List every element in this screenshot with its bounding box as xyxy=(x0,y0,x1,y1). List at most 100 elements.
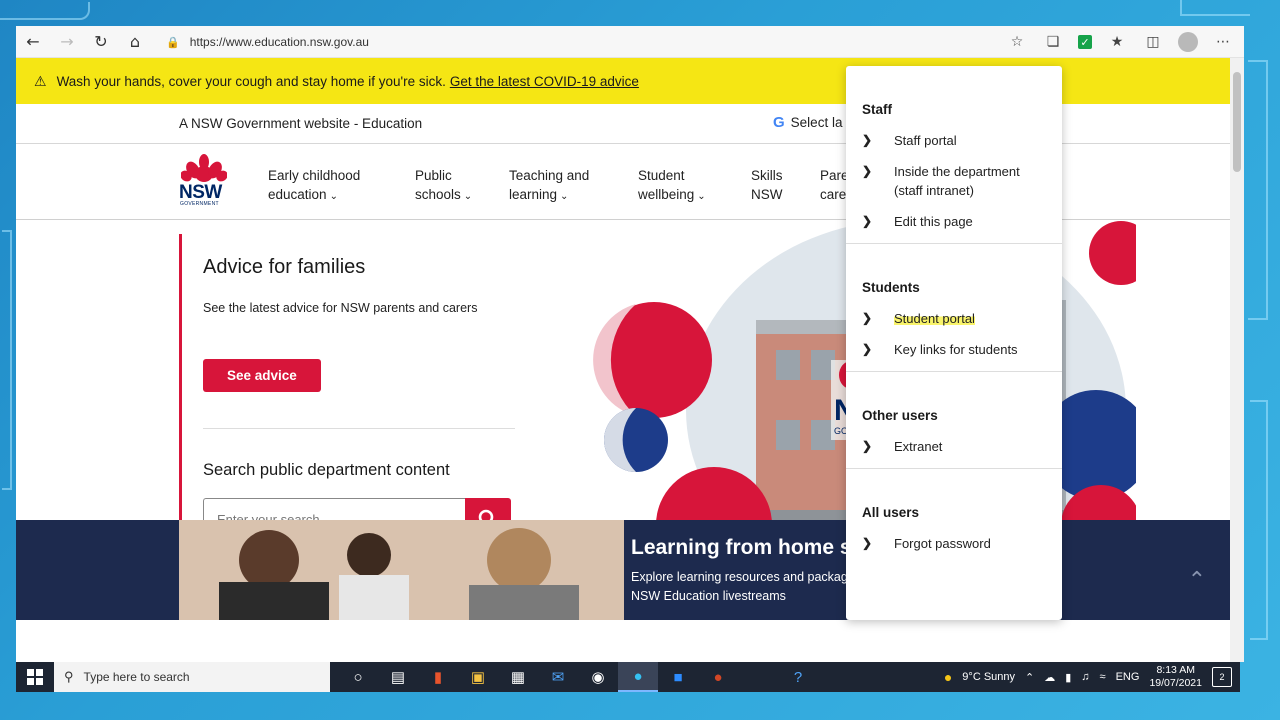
office-icon[interactable]: ▮ xyxy=(418,662,458,692)
menu-item-label: Key links for students xyxy=(894,342,1018,357)
onedrive-icon[interactable]: ☁ xyxy=(1044,671,1055,684)
edge-icon[interactable]: ● xyxy=(618,662,658,692)
refresh-icon[interactable]: ↻ xyxy=(84,26,118,58)
menu-item-staff-portal[interactable]: ❯ Staff portal xyxy=(862,131,1046,162)
frame-decoration xyxy=(0,2,90,20)
google-icon: G xyxy=(773,114,785,131)
powerpoint-icon[interactable]: ● xyxy=(698,662,738,692)
store-icon[interactable]: ▦ xyxy=(498,662,538,692)
clock[interactable]: 8:13 AM 19/07/2021 xyxy=(1149,664,1202,690)
sun-icon: ● xyxy=(943,669,953,685)
back-icon[interactable]: ← xyxy=(16,26,50,58)
task-view-icon[interactable]: ▤ xyxy=(378,662,418,692)
menu-heading: Staff xyxy=(862,102,892,117)
warning-icon: ⚠ xyxy=(34,72,47,89)
taskbar-search-placeholder: Type here to search xyxy=(83,670,190,684)
nav-skills-nsw[interactable]: Skills NSW xyxy=(751,166,783,204)
nav-early-childhood[interactable]: Early childhood education ⌄ xyxy=(268,166,360,206)
clock-date: 19/07/2021 xyxy=(1149,677,1202,689)
file-explorer-icon[interactable]: ▣ xyxy=(458,662,498,692)
favorites-icon[interactable]: ★ xyxy=(1106,31,1128,53)
nav-label: Public xyxy=(415,168,452,183)
battery-icon[interactable]: ▮ xyxy=(1065,671,1071,684)
chevron-down-icon: ⌄ xyxy=(463,191,473,202)
nav-student-wellbeing[interactable]: Student wellbeing ⌄ xyxy=(638,166,706,206)
vertical-scrollbar[interactable] xyxy=(1230,58,1244,662)
language-label: Select la xyxy=(790,115,843,130)
chevron-right-icon: ❯ xyxy=(862,311,873,325)
hero-title: Advice for families xyxy=(203,256,366,278)
cortana-icon[interactable]: ○ xyxy=(338,662,378,692)
nav-public-schools[interactable]: Public schools ⌄ xyxy=(415,166,472,206)
browser-window: ← → ↻ ⌂ 🔒 https://www.education.nsw.gov.… xyxy=(16,26,1244,662)
menu-section-other-users: Other users ❯ Extranet xyxy=(846,372,1062,469)
back-to-top-icon[interactable]: ⌃ xyxy=(1188,568,1206,593)
menu-item-label: Forgot password xyxy=(894,536,991,551)
nav-label: NSW xyxy=(751,187,783,202)
family-photo xyxy=(179,520,624,620)
forward-icon[interactable]: → xyxy=(50,26,84,58)
nav-label: education xyxy=(268,187,327,202)
nav-label: Teaching and xyxy=(509,168,590,183)
zoom-icon[interactable]: ■ xyxy=(658,662,698,692)
menu-item-key-links[interactable]: ❯ Key links for students xyxy=(862,340,1046,371)
home-icon[interactable]: ⌂ xyxy=(118,26,152,58)
lock-icon: 🔒 xyxy=(166,36,180,49)
weather-text[interactable]: 9°C Sunny xyxy=(962,671,1015,683)
covid-advice-link[interactable]: Get the latest COVID-19 advice xyxy=(450,74,639,89)
chevron-right-icon: ❯ xyxy=(862,164,873,178)
nav-parents-carers[interactable]: Pare care xyxy=(820,166,849,204)
menu-item-extranet[interactable]: ❯ Extranet xyxy=(862,437,1046,468)
wifi-icon[interactable]: ≈ xyxy=(1100,671,1106,683)
more-icon[interactable]: ⋯ xyxy=(1212,31,1234,53)
waratah-icon xyxy=(181,154,227,182)
collections-icon[interactable]: ◫ xyxy=(1142,31,1164,53)
menu-heading: Other users xyxy=(862,408,938,423)
volume-icon[interactable]: ♫ xyxy=(1081,671,1089,683)
nav-label: Pare xyxy=(820,168,849,183)
menu-item-forgot-password[interactable]: ❯ Forgot password xyxy=(862,534,1046,565)
chevron-down-icon: ⌄ xyxy=(329,191,338,202)
gov-website-text: A NSW Government website - Education xyxy=(179,116,423,131)
language-indicator[interactable]: ENG xyxy=(1116,671,1140,683)
profile-avatar[interactable] xyxy=(1178,32,1198,52)
help-icon[interactable]: ? xyxy=(778,662,818,692)
nav-label: schools xyxy=(415,187,461,202)
taskbar-search[interactable]: ⚲ Type here to search xyxy=(54,662,330,692)
nsw-logo[interactable]: NSW GOVERNMENT xyxy=(179,154,229,208)
address-bar[interactable]: 🔒 https://www.education.nsw.gov.au xyxy=(166,29,1026,55)
frame-decoration xyxy=(2,230,12,490)
nav-label: learning xyxy=(509,187,558,202)
notifications-icon[interactable]: 2 xyxy=(1212,667,1232,687)
scrollbar-thumb[interactable] xyxy=(1233,72,1241,172)
divider xyxy=(203,428,515,429)
tray-chevron-icon[interactable]: ⌃ xyxy=(1025,671,1034,684)
nav-label: Student xyxy=(638,168,685,183)
chevron-right-icon: ❯ xyxy=(862,439,873,453)
menu-item-inside-department[interactable]: ❯ Inside the department (staff intranet) xyxy=(862,162,1046,212)
chevron-down-icon: ⌄ xyxy=(697,191,706,202)
windows-taskbar: ⚲ Type here to search ○ ▤ ▮ ▣ ▦ ✉ ◉ ● ■ … xyxy=(16,662,1240,692)
language-selector[interactable]: G Select la xyxy=(773,114,842,131)
add-favorite-icon[interactable]: ☆ xyxy=(1006,31,1028,53)
start-button[interactable] xyxy=(16,662,54,692)
nav-teaching-learning[interactable]: Teaching and learning ⌄ xyxy=(509,166,589,206)
frame-decoration xyxy=(1250,400,1268,640)
chevron-right-icon: ❯ xyxy=(862,536,873,550)
extension-check-icon[interactable]: ✓ xyxy=(1078,35,1092,49)
menu-heading: Students xyxy=(862,280,920,295)
system-tray: ● 9°C Sunny ⌃ ☁ ▮ ♫ ≈ ENG 8:13 AM 19/07/… xyxy=(944,662,1232,692)
menu-item-edit-page[interactable]: ❯ Edit this page xyxy=(862,212,1046,243)
menu-item-student-portal[interactable]: ❯ Student portal xyxy=(862,309,1046,340)
see-advice-button[interactable]: See advice xyxy=(203,359,321,392)
alert-message: Wash your hands, cover your cough and st… xyxy=(56,73,446,89)
mail-icon[interactable]: ✉ xyxy=(538,662,578,692)
notification-count: 2 xyxy=(1219,672,1225,682)
extension-icon[interactable]: ❏ xyxy=(1042,31,1064,53)
app-icon[interactable]: ◉ xyxy=(578,662,618,692)
nav-label: Skills xyxy=(751,168,783,183)
user-menu-dropdown: Staff ❯ Staff portal ❯ Inside the depart… xyxy=(846,66,1062,620)
url-text: https://www.education.nsw.gov.au xyxy=(189,35,369,49)
chevron-down-icon: ⌄ xyxy=(560,191,569,202)
nav-label: care xyxy=(820,187,847,202)
